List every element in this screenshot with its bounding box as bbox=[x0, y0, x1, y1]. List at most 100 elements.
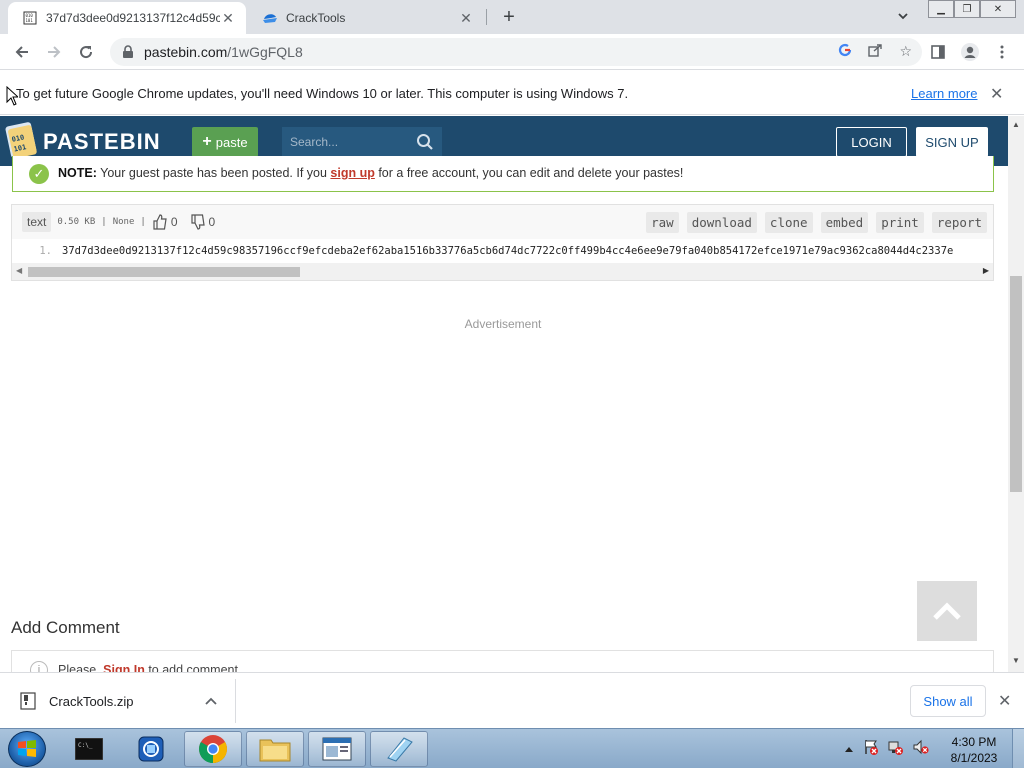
bookmark-star-icon[interactable]: ☆ bbox=[899, 43, 912, 60]
scroll-down-icon[interactable]: ▼ bbox=[1012, 656, 1020, 665]
separator: | bbox=[101, 217, 107, 227]
scroll-right-icon[interactable]: ▶ bbox=[983, 266, 989, 275]
tab-title: CrackTools bbox=[286, 11, 346, 25]
scrollbar-thumb[interactable] bbox=[1010, 276, 1022, 492]
chevron-up-icon[interactable] bbox=[201, 694, 221, 708]
add-comment-heading: Add Comment bbox=[11, 618, 120, 637]
checkmark-icon: ✓ bbox=[29, 164, 49, 184]
notice-signup-link[interactable]: sign up bbox=[330, 166, 374, 180]
reload-icon[interactable] bbox=[75, 41, 97, 63]
chrome-menu-icon[interactable] bbox=[992, 42, 1012, 62]
print-button[interactable]: print bbox=[876, 212, 924, 233]
crack-tools-favicon-icon bbox=[262, 10, 278, 26]
system-tray bbox=[844, 739, 929, 758]
thumbs-down-icon bbox=[190, 214, 205, 230]
sign-in-link[interactable]: Sign In bbox=[103, 663, 145, 672]
maximize-window-icon[interactable]: ❐ bbox=[954, 0, 980, 18]
system-clock[interactable]: 4:30 PM 8/1/2023 bbox=[940, 734, 1008, 766]
embed-button[interactable]: embed bbox=[820, 212, 869, 233]
pastebin-logo-text[interactable]: PASTEBIN bbox=[43, 129, 161, 155]
minimize-window-icon[interactable]: ▁ bbox=[928, 0, 954, 18]
close-infobar-icon[interactable]: ✕ bbox=[990, 84, 1003, 104]
close-window-icon[interactable]: ✕ bbox=[980, 0, 1016, 18]
folder-icon bbox=[259, 739, 291, 762]
code-line: 1. 37d7d3dee0d9213137f12c4d59c98357196cc… bbox=[12, 239, 993, 263]
dislike-count: 0 bbox=[208, 215, 216, 229]
paste-info-bar: text 0.50 KB | None | 0 0 raw download c… bbox=[12, 205, 993, 239]
clock-time: 4:30 PM bbox=[951, 735, 997, 749]
taskbar-app-window[interactable] bbox=[308, 731, 366, 767]
comment-prompt-before: Please, bbox=[58, 663, 104, 672]
notice-text-after: for a free account, you can edit and del… bbox=[374, 166, 684, 180]
tab-search-icon[interactable] bbox=[896, 9, 914, 25]
paste-actions: raw download clone embed print report bbox=[646, 212, 987, 233]
download-button[interactable]: download bbox=[686, 212, 757, 233]
taskbar-chrome[interactable] bbox=[184, 731, 242, 767]
clock-date: 8/1/2023 bbox=[950, 751, 998, 765]
page-scrollbar[interactable]: ▲ ▼ bbox=[1008, 116, 1024, 672]
start-button[interactable] bbox=[8, 731, 46, 767]
clone-button[interactable]: clone bbox=[764, 212, 813, 233]
tab-separator bbox=[486, 9, 487, 25]
search-input[interactable] bbox=[290, 135, 410, 149]
raw-button[interactable]: raw bbox=[646, 212, 679, 233]
paste-button-label: paste bbox=[215, 134, 248, 150]
tab-cracktools[interactable]: CrackTools ✕ bbox=[248, 2, 484, 34]
back-icon[interactable] bbox=[11, 41, 33, 63]
action-center-icon[interactable] bbox=[863, 739, 879, 758]
new-tab-icon[interactable]: + bbox=[498, 6, 520, 28]
taskbar-notepad[interactable] bbox=[370, 731, 428, 767]
new-paste-button[interactable]: + paste bbox=[192, 127, 258, 157]
close-tab-icon[interactable]: ✕ bbox=[458, 10, 474, 26]
thumbs-up-icon bbox=[153, 214, 167, 230]
show-hidden-icons-icon[interactable] bbox=[844, 741, 854, 756]
taskbar-network-app[interactable] bbox=[122, 731, 180, 767]
search-icon[interactable] bbox=[416, 133, 434, 151]
dislike-button[interactable]: 0 bbox=[190, 214, 216, 230]
share-icon[interactable] bbox=[868, 43, 883, 60]
learn-more-link[interactable]: Learn more bbox=[911, 86, 977, 101]
close-tab-icon[interactable]: ✕ bbox=[220, 10, 236, 26]
advertisement-label: Advertisement bbox=[464, 317, 542, 331]
network-status-icon[interactable] bbox=[888, 739, 904, 758]
horizontal-scrollbar[interactable]: ◀ ▶ bbox=[12, 263, 993, 280]
guest-paste-notice: ✓ NOTE: Your guest paste has been posted… bbox=[12, 156, 994, 192]
syntax-badge[interactable]: text bbox=[22, 212, 52, 232]
scrollbar-thumb[interactable] bbox=[28, 267, 300, 277]
close-download-bar-icon[interactable]: ✕ bbox=[998, 691, 1011, 711]
url-text: pastebin.com/1wGgFQL8 bbox=[144, 44, 303, 60]
scroll-up-icon[interactable]: ▲ bbox=[1012, 120, 1020, 129]
url-path: /1wGgFQL8 bbox=[227, 44, 303, 60]
address-bar[interactable]: pastebin.com/1wGgFQL8 ☆ bbox=[110, 38, 922, 66]
show-all-button[interactable]: Show all bbox=[910, 685, 986, 717]
forward-icon[interactable] bbox=[43, 41, 65, 63]
login-button[interactable]: LOGIN bbox=[836, 127, 907, 157]
notice-label: NOTE: bbox=[58, 166, 97, 180]
application-window-icon bbox=[322, 737, 352, 761]
profile-avatar-icon[interactable] bbox=[960, 42, 980, 62]
tab-pastebin[interactable]: 010 101 37d7d3dee0d9213137f12c4d59c ✕ bbox=[8, 2, 246, 34]
report-button[interactable]: report bbox=[931, 212, 987, 233]
lock-icon bbox=[123, 45, 133, 58]
like-count: 0 bbox=[170, 215, 178, 229]
show-desktop-button[interactable] bbox=[1012, 729, 1024, 768]
scroll-left-icon[interactable]: ◀ bbox=[16, 266, 22, 275]
comment-prompt-after: to add comment bbox=[144, 663, 238, 672]
separator: | bbox=[140, 217, 146, 227]
update-infobar: To get future Google Chrome updates, you… bbox=[0, 71, 1024, 115]
google-lens-icon[interactable] bbox=[838, 43, 852, 60]
zip-file-icon bbox=[20, 692, 36, 710]
volume-muted-icon[interactable] bbox=[913, 739, 929, 758]
infobar-message: To get future Google Chrome updates, you… bbox=[16, 86, 629, 101]
like-button[interactable]: 0 bbox=[152, 214, 178, 230]
network-app-icon bbox=[138, 736, 164, 762]
pastebin-logo-icon[interactable]: 010 101 bbox=[4, 122, 38, 160]
signup-button[interactable]: SIGN UP bbox=[916, 127, 988, 157]
taskbar-explorer[interactable] bbox=[246, 731, 304, 767]
download-item[interactable]: CrackTools.zip bbox=[16, 679, 236, 723]
command-prompt-icon: C:\_ bbox=[75, 738, 103, 760]
scroll-to-top-button[interactable] bbox=[917, 581, 977, 641]
taskbar-cmd[interactable]: C:\_ bbox=[60, 731, 118, 767]
side-panel-icon[interactable] bbox=[928, 42, 948, 62]
page-viewport: 010 101 PASTEBIN + paste LOGIN SIGN UP ✓… bbox=[0, 116, 1008, 672]
